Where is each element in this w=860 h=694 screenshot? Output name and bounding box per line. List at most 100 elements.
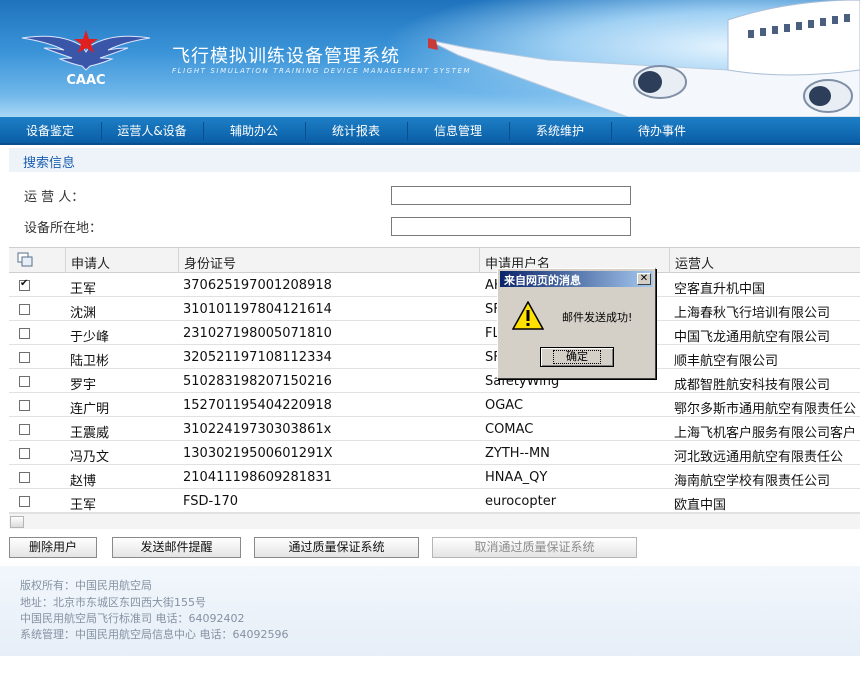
id-number: 310101197804121614 — [183, 302, 332, 317]
scrollbar-thumb[interactable] — [10, 516, 24, 528]
operator: 顺丰航空有限公司 — [674, 354, 779, 369]
nav-item-todo-events[interactable]: 待办事件 — [612, 117, 712, 145]
id-number: 210411198609281831 — [183, 470, 332, 485]
horizontal-scrollbar[interactable] — [9, 513, 860, 529]
id-number: 231027198005071810 — [183, 326, 332, 341]
operator: 上海春秋飞行培训有限公司 — [674, 306, 831, 321]
column-divider — [479, 248, 480, 274]
applicant-name: 陆卫彬 — [70, 354, 110, 369]
site-title: 飞行模拟训练设备管理系统 — [172, 46, 400, 67]
footer-system-admin: 系统管理：中国民用航空局信息中心 电话：64092596 — [20, 628, 289, 641]
nav-item-info-management[interactable]: 信息管理 — [408, 117, 508, 145]
dialog-titlebar[interactable]: 来自网页的消息 ✕ — [500, 271, 653, 287]
applicant-name: 于少峰 — [70, 330, 110, 345]
row-checkbox[interactable] — [19, 496, 30, 507]
id-number: 510283198207150216 — [183, 374, 332, 389]
applicant-name: 赵博 — [70, 474, 97, 489]
operator-label: 运 营 人： — [24, 190, 85, 205]
footer-address: 地址：北京市东城区东四西大街155号 — [20, 596, 206, 609]
row-checkbox[interactable] — [19, 424, 30, 435]
table-row[interactable]: 沈渊 310101197804121614 SF 上海春秋飞行培训有限公司 — [9, 297, 860, 321]
applicant-name: 连广明 — [70, 402, 110, 417]
operator: 中国飞龙通用航空有限公司 — [674, 330, 831, 345]
delete-user-button[interactable]: 删除用户 — [9, 537, 97, 558]
location-label: 设备所在地： — [24, 221, 103, 236]
table-row[interactable]: 罗宇 510283198207150216 SafetyWing 成都智胜航安科… — [9, 369, 860, 393]
ok-button[interactable]: 确定 — [540, 347, 614, 367]
search-section-title: 搜索信息 — [23, 156, 76, 171]
column-divider — [65, 248, 66, 274]
row-checkbox[interactable] — [19, 472, 30, 483]
caac-logo: CAAC — [21, 30, 151, 86]
id-number: 310224197303038​61x — [183, 422, 332, 437]
airplane-illustration — [428, 0, 860, 117]
table-row[interactable]: 王军 370625197001208918 AH 空客直升机中国 — [9, 273, 860, 297]
location-input[interactable] — [391, 217, 631, 236]
username: OGAC — [485, 398, 524, 413]
svg-text:CAAC: CAAC — [66, 73, 105, 86]
username: eurocopter — [485, 494, 557, 509]
nav-item-system-maintenance[interactable]: 系统维护 — [510, 117, 610, 145]
footer-copyright: 版权所有：中国民用航空局 — [20, 579, 152, 592]
column-header-id-number: 身份证号 — [184, 257, 237, 272]
cancel-qa-system-button[interactable]: 取消通过质量保证系统 — [432, 537, 637, 558]
applicant-name: 沈渊 — [70, 306, 97, 321]
pass-qa-system-button[interactable]: 通过质量保证系统 — [254, 537, 419, 558]
applicant-name: 王军 — [70, 498, 97, 513]
row-checkbox[interactable] — [19, 352, 30, 363]
nav-item-operator-device[interactable]: 运营人&设备 — [102, 117, 202, 145]
row-checkbox[interactable] — [19, 328, 30, 339]
column-header-applicant: 申请人 — [71, 257, 111, 272]
id-number: 152701195404220918 — [183, 398, 332, 413]
main-nav: 设备鉴定 运营人&设备 辅助办公 统计报表 信息管理 系统维护 待办事件 — [0, 117, 860, 145]
username: HNAA_QY — [485, 470, 548, 485]
nav-item-office-assist[interactable]: 辅助办公 — [204, 117, 304, 145]
applicant-name: 王震威 — [70, 426, 110, 441]
operator-input[interactable] — [391, 186, 631, 205]
applicant-name: 冯乃文 — [70, 450, 110, 465]
alert-dialog: 来自网页的消息 ✕ 邮件发送成功! 确定 — [497, 268, 656, 379]
operator: 鄂尔多斯市通用航空有限责任公 — [674, 402, 857, 417]
id-number: 370625197001208918 — [183, 278, 332, 293]
applicant-name: 罗宇 — [70, 378, 97, 393]
operator: 空客直升机中国 — [674, 282, 766, 297]
operator: 河北致远通用航空有限责任公 — [674, 450, 844, 465]
operator: 海南航空学校有限责任公司 — [674, 474, 831, 489]
warning-icon — [512, 301, 544, 330]
table-row[interactable]: 冯乃文 130302195006012​91X ZYTH--MN 河北致远通用航… — [9, 441, 860, 465]
id-number: 130302195006012​91X — [183, 446, 333, 461]
select-all-icon[interactable] — [17, 252, 33, 267]
table-row[interactable]: 陆卫彬 320521197108112334 SF 顺丰航空有限公司 — [9, 345, 860, 369]
column-divider — [178, 248, 179, 274]
table-row[interactable]: 赵博 210411198609281831 HNAA_QY 海南航空学校有限责任… — [9, 465, 860, 489]
table-row[interactable]: 王军 FSD-170 eurocopter 欧直中国 — [9, 489, 860, 513]
id-number: 320521197108112334 — [183, 350, 332, 365]
site-footer: 版权所有：中国民用航空局 地址：北京市东城区东四西大街155号 中国民用航空局飞… — [0, 566, 860, 656]
site-subtitle: FLIGHT SIMULATION TRAINING DEVICE MANAGE… — [172, 67, 472, 75]
dialog-message: 邮件发送成功! — [562, 311, 633, 324]
site-header: CAAC 飞行模拟训练设备管理系统 FLIGHT SIMULATION TRAI… — [0, 0, 860, 117]
footer-standards-office: 中国民用航空局飞行标准司 电话：64092402 — [20, 612, 245, 625]
table-header: 申请人 身份证号 申请用户名 运营人 — [9, 247, 860, 274]
operator: 成都智胜航安科技有限公司 — [674, 378, 831, 393]
applicant-name: 王军 — [70, 282, 97, 297]
dialog-title: 来自网页的消息 — [504, 274, 581, 287]
username: COMAC — [485, 422, 534, 437]
row-checkbox[interactable] — [19, 376, 30, 387]
table-row[interactable]: 于少峰 231027198005071810 FL 中国飞龙通用航空有限公司 — [9, 321, 860, 345]
table-row[interactable]: 王震威 310224197303038​61x COMAC 上海飞机客户服务有限… — [9, 417, 860, 441]
operator: 欧直中国 — [674, 498, 727, 513]
row-checkbox[interactable] — [19, 304, 30, 315]
table-row[interactable]: 连广明 152701195404220918 OGAC 鄂尔多斯市通用航空有限责… — [9, 393, 860, 417]
row-checkbox[interactable] — [19, 448, 30, 459]
close-icon[interactable]: ✕ — [637, 273, 651, 285]
nav-item-statistics[interactable]: 统计报表 — [306, 117, 406, 145]
id-number: FSD-170 — [183, 494, 239, 509]
row-checkbox[interactable] — [19, 400, 30, 411]
row-checkbox[interactable] — [19, 278, 30, 291]
column-divider — [669, 248, 670, 274]
search-section-header: 搜索信息 — [9, 148, 860, 172]
operator: 上海飞机客户服务有限公司客户 — [674, 426, 857, 441]
send-email-reminder-button[interactable]: 发送邮件提醒 — [112, 537, 241, 558]
nav-item-device-assessment[interactable]: 设备鉴定 — [0, 117, 100, 145]
